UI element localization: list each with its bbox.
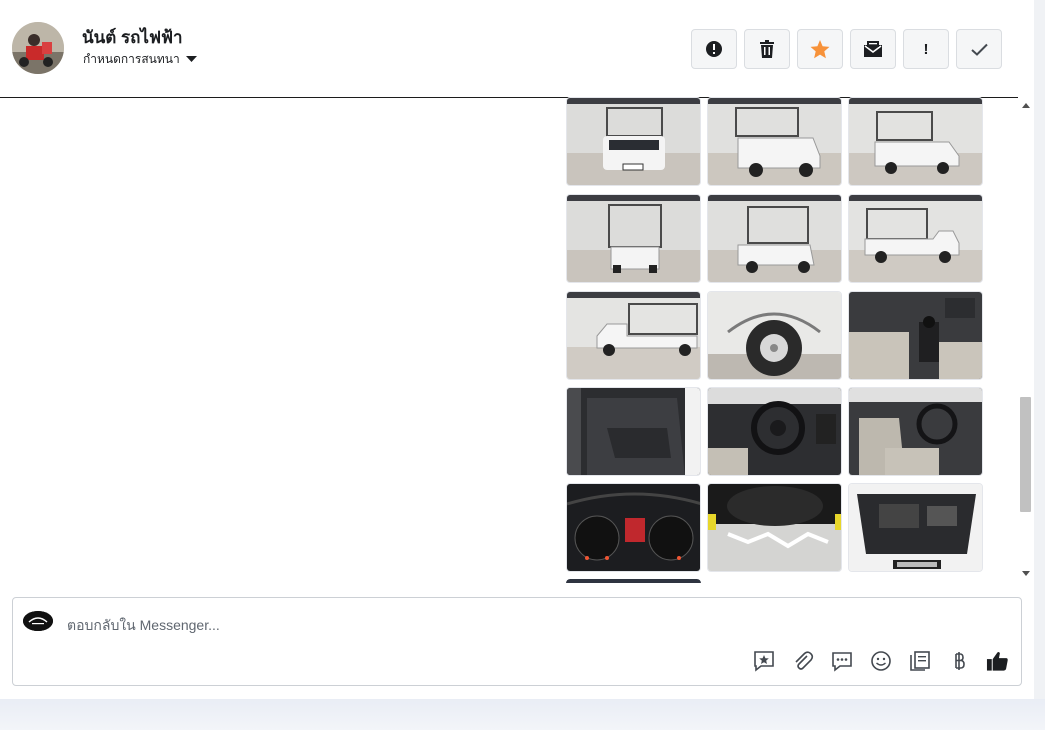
gear-shift-photo [849, 292, 982, 379]
engine-bay-photo [849, 484, 982, 571]
photo-thumbnail[interactable] [566, 291, 701, 380]
photo-thumbnail[interactable] [848, 194, 983, 283]
truck-profile-photo [567, 292, 700, 379]
envelope-icon [864, 41, 882, 57]
scroll-up-arrow-icon[interactable] [1022, 103, 1030, 108]
attachment-icon[interactable] [791, 649, 814, 672]
photo-thumbnail[interactable] [566, 579, 701, 583]
checkmark-icon [970, 43, 988, 56]
notes-icon[interactable] [908, 649, 931, 672]
assign-label: กำหนดการสนทนา [83, 52, 180, 66]
done-button[interactable] [956, 29, 1002, 69]
photo-gallery [566, 97, 986, 583]
scroll-thumb[interactable] [1020, 397, 1031, 512]
photo-thumbnail[interactable] [566, 97, 701, 186]
truck-front-angle-photo [708, 98, 841, 185]
saved-reply-icon[interactable] [752, 649, 775, 672]
mark-unread-button[interactable] [850, 29, 896, 69]
report-button[interactable] [691, 29, 737, 69]
reply-input[interactable]: ตอบกลับใน Messenger... [67, 615, 220, 637]
photo-thumbnail[interactable] [848, 483, 983, 572]
wheel-closeup-photo [708, 292, 841, 379]
truck-side-photo [849, 195, 982, 282]
star-button[interactable] [797, 29, 843, 69]
follow-up-button[interactable]: ! [903, 29, 949, 69]
contact-avatar[interactable] [12, 22, 64, 74]
photo-thumbnail[interactable] [707, 97, 842, 186]
truck-rear-angle-photo [849, 98, 982, 185]
tire-tread-photo [708, 484, 841, 571]
page-edge [1034, 0, 1045, 699]
photo-thumbnail[interactable] [707, 387, 842, 476]
avatar-photo [12, 22, 64, 74]
delete-button[interactable] [744, 29, 790, 69]
baht-icon[interactable] [947, 649, 970, 672]
conversation-panel: นันต์ รถไฟฟ้า กำหนดการสนทนา ! ตอบกลับใน … [0, 0, 1034, 699]
thumbs-up-icon[interactable] [986, 649, 1009, 672]
alert-circle-icon [706, 41, 722, 57]
truck-rear-photo [567, 195, 700, 282]
reply-box: ตอบกลับใน Messenger... [12, 597, 1022, 686]
scroll-down-arrow-icon[interactable] [1022, 571, 1030, 576]
trash-icon [760, 40, 774, 58]
photo-thumbnail[interactable] [848, 291, 983, 380]
caret-down-icon [185, 56, 197, 62]
truck-front-photo [567, 98, 700, 185]
star-icon [810, 39, 830, 58]
photo-thumbnail[interactable] [707, 194, 842, 283]
assign-conversation-dropdown[interactable]: กำหนดการสนทนา [83, 50, 197, 69]
door-panel-photo [567, 388, 700, 475]
partial-photo [566, 579, 701, 583]
contact-name[interactable]: นันต์ รถไฟฟ้า [82, 24, 183, 51]
header-toolbar: ! [691, 29, 1002, 69]
truck-rear-angle-photo-2 [708, 195, 841, 282]
photo-thumbnail[interactable] [566, 387, 701, 476]
conversation-header: นันต์ รถไฟฟ้า กำหนดการสนทนา ! [0, 0, 1034, 98]
photo-thumbnail[interactable] [848, 387, 983, 476]
steering-wheel-photo [708, 388, 841, 475]
chat-bubble-icon[interactable] [830, 649, 853, 672]
emoji-icon[interactable] [869, 649, 892, 672]
reply-toolbar [752, 649, 1009, 672]
page-logo-icon [23, 611, 53, 631]
photo-thumbnail[interactable] [566, 483, 701, 572]
photo-thumbnail[interactable] [848, 97, 983, 186]
gallery-scrollbar[interactable] [1018, 97, 1034, 583]
instrument-cluster-photo [567, 484, 700, 571]
page-avatar [23, 611, 53, 631]
photo-thumbnail[interactable] [707, 483, 842, 572]
photo-thumbnail[interactable] [566, 194, 701, 283]
driver-seat-photo [849, 388, 982, 475]
exclamation-icon: ! [923, 40, 929, 58]
photo-thumbnail[interactable] [707, 291, 842, 380]
page-footer-strip [0, 699, 1045, 730]
